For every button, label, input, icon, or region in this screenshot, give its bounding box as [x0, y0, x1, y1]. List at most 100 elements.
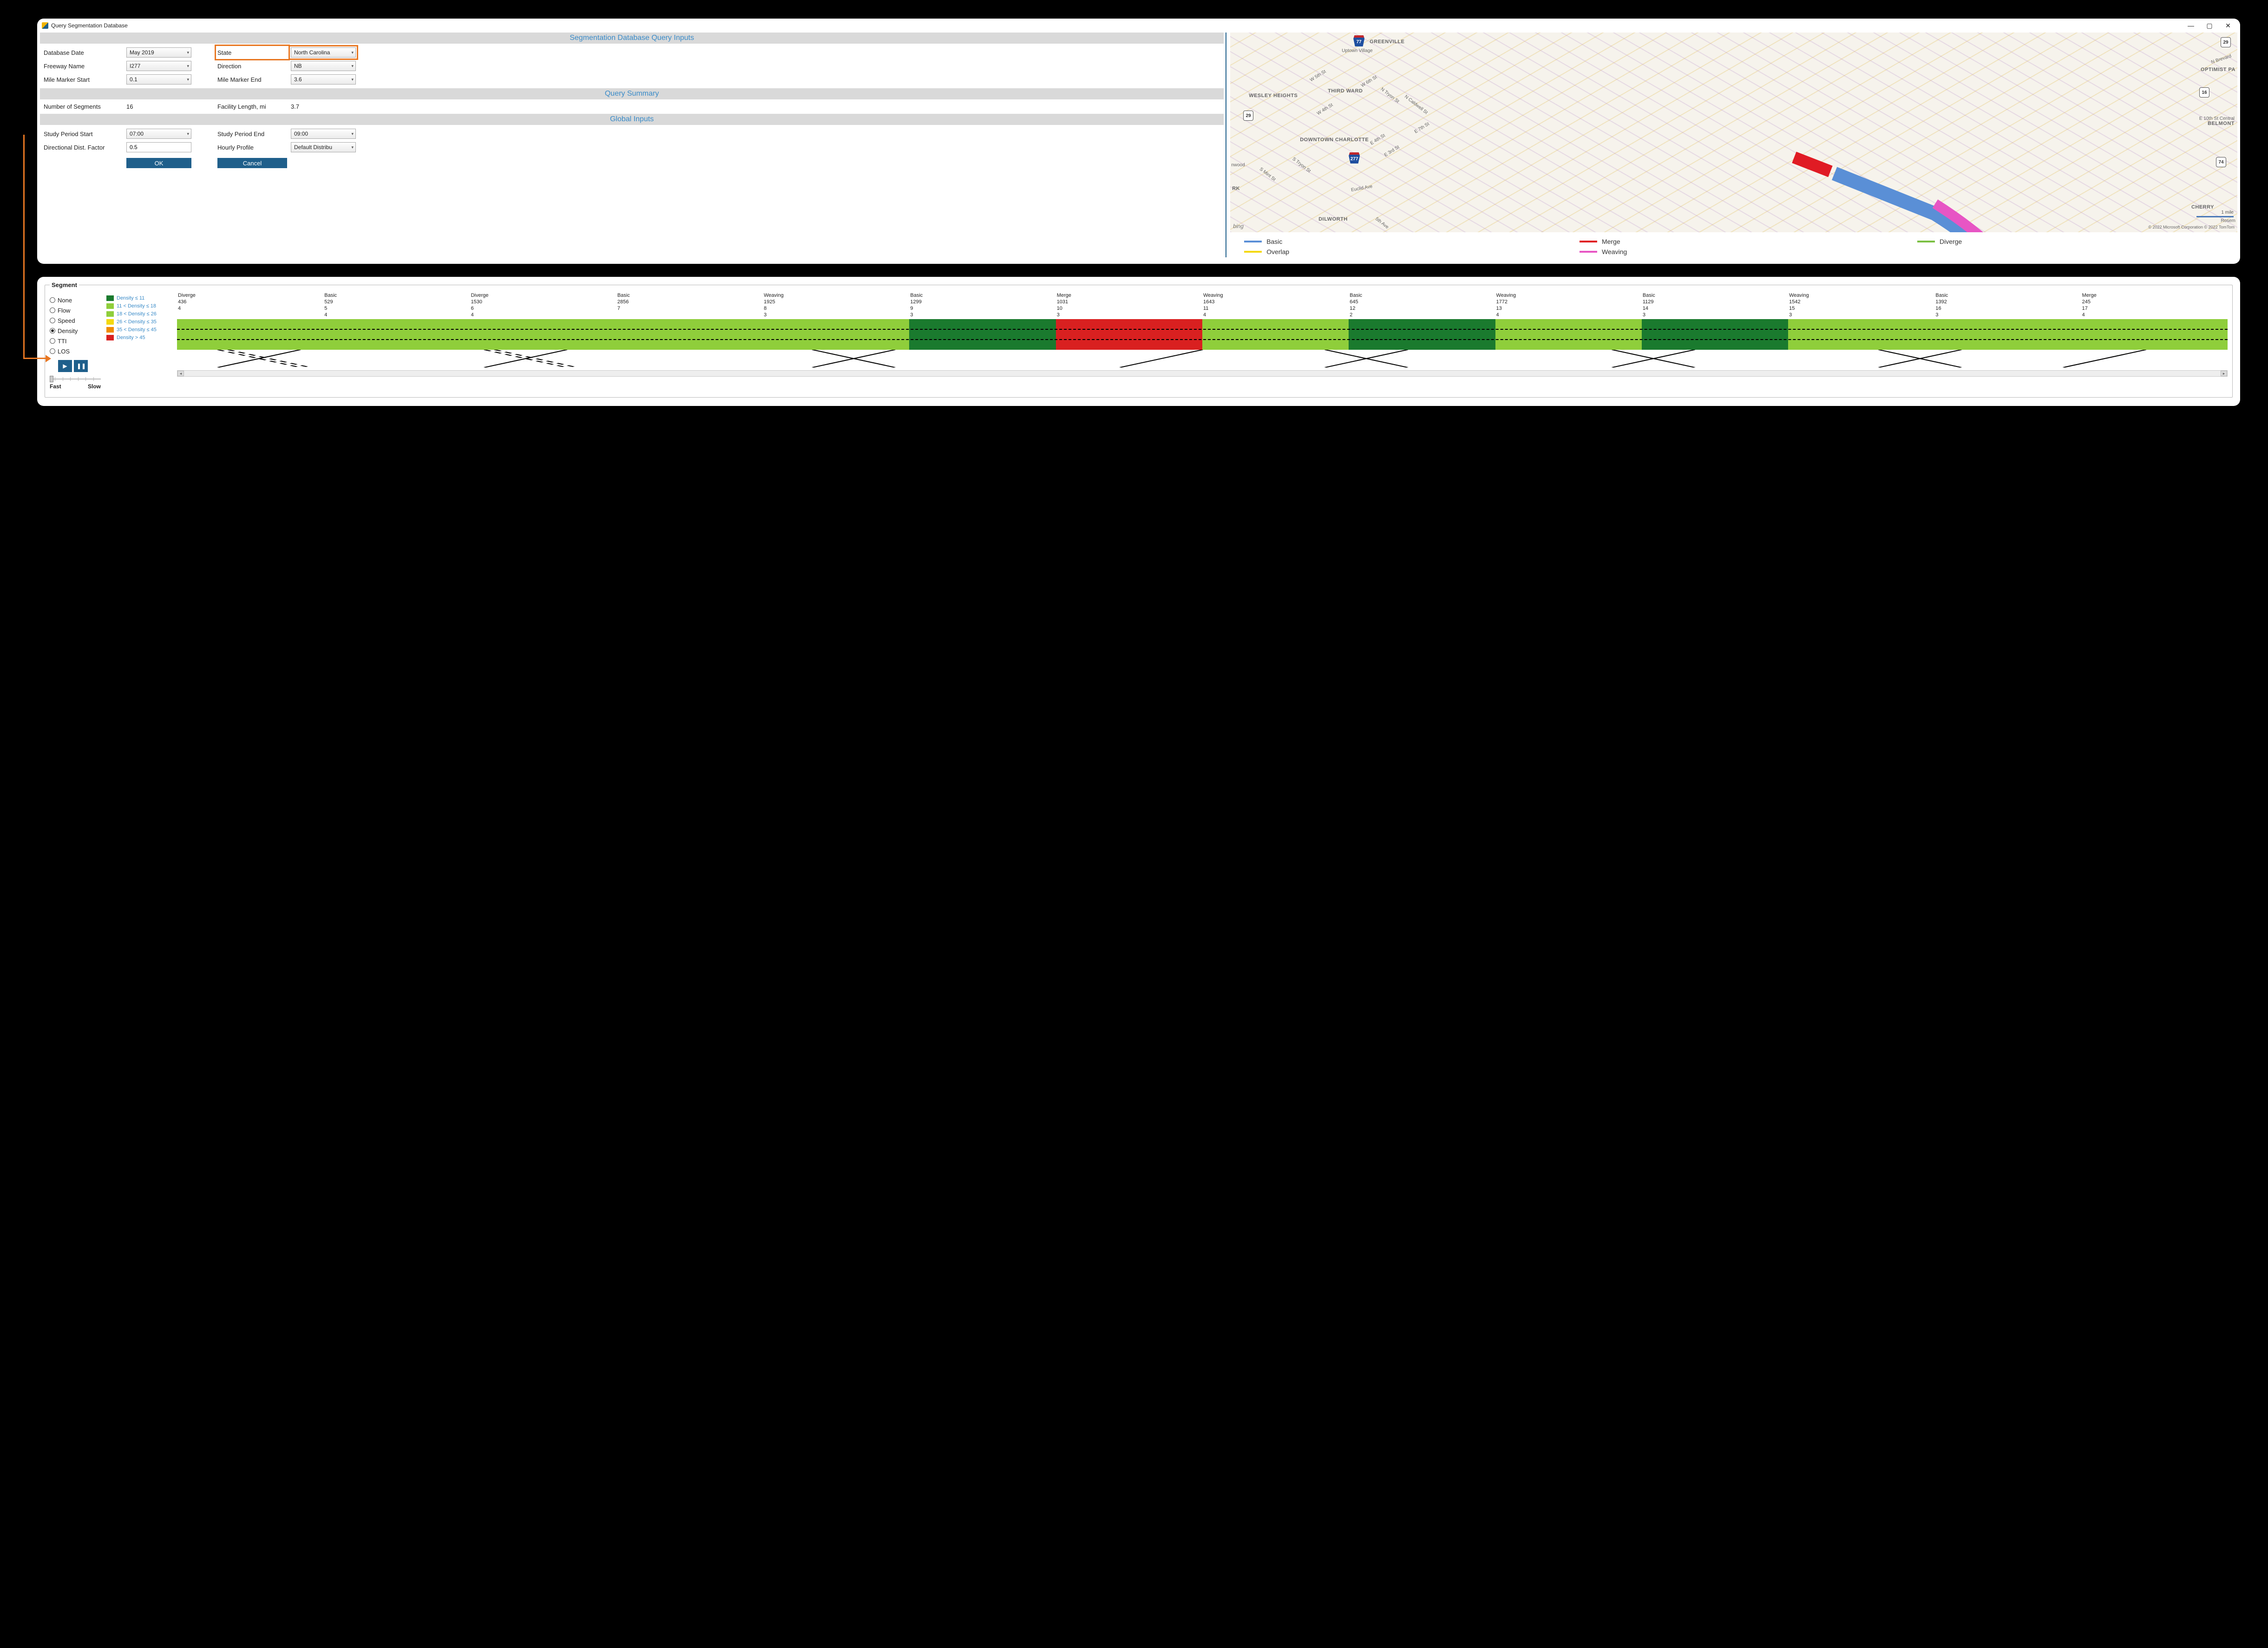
segment-column: Weaving1542153: [1788, 292, 1934, 318]
db-date-label: Database Date: [44, 47, 123, 58]
direction-label: Direction: [217, 61, 287, 71]
cancel-button[interactable]: Cancel: [217, 158, 287, 168]
segment-column: Basic645122: [1349, 292, 1495, 318]
chevron-down-icon: ▾: [351, 77, 354, 82]
map-area-label: Uptown Village: [1342, 48, 1373, 53]
chevron-down-icon: ▾: [351, 145, 354, 150]
chevron-down-icon: ▾: [187, 64, 189, 69]
map-area-label: CHERRY: [2191, 204, 2214, 210]
mm-end-combo[interactable]: 3.6▾: [291, 74, 356, 85]
summary-header: Query Summary: [40, 88, 1224, 99]
map-pane: GREENVILLE Uptown Village OPTIMIST PA TH…: [1226, 33, 2237, 257]
map-area-label: DOWNTOWN CHARLOTTE: [1300, 137, 1369, 143]
route-shield-icon: 29: [1243, 111, 1253, 121]
map-area-label: DILWORTH: [1318, 216, 1348, 222]
segment-column: Weaving1772134: [1495, 292, 1642, 318]
metric-radios: NoneFlowSpeedDensityTTILOS: [50, 292, 101, 356]
map-area-label: THIRD WARD: [1328, 88, 1363, 94]
route-shield-icon: 29: [2221, 37, 2231, 47]
density-legend-row: 26 < Density ≤ 35: [106, 318, 171, 326]
density-legend-row: 35 < Density ≤ 45: [106, 326, 171, 334]
chevron-down-icon: ▾: [351, 131, 354, 137]
ok-button[interactable]: OK: [126, 158, 191, 168]
sps-combo[interactable]: 07:00▾: [126, 129, 191, 139]
mm-end-label: Mile Marker End: [217, 74, 287, 85]
spe-label: Study Period End: [217, 129, 287, 139]
freeway-label: Freeway Name: [44, 61, 123, 71]
ddf-input[interactable]: [126, 142, 191, 152]
radio-flow[interactable]: Flow: [50, 305, 101, 315]
radio-los[interactable]: LOS: [50, 346, 101, 356]
map-area-label: OPTIMIST PA: [2201, 67, 2235, 72]
db-date-combo[interactable]: May 2019▾: [126, 47, 191, 58]
density-legend-row: Density > 45: [106, 334, 171, 341]
ddf-label: Directional Dist. Factor: [44, 142, 123, 152]
radio-none[interactable]: None: [50, 295, 101, 305]
map-area-label: RK: [1232, 186, 1240, 191]
window-title: Query Segmentation Database: [51, 22, 128, 29]
spe-combo[interactable]: 09:00▾: [291, 129, 356, 139]
sps-label: Study Period Start: [44, 129, 123, 139]
global-header: Global Inputs: [40, 114, 1224, 125]
pause-button[interactable]: ❚❚: [74, 360, 88, 372]
segment-column: Basic129993: [909, 292, 1055, 318]
segment-window: Segment NoneFlowSpeedDensityTTILOS ▶ ❚❚: [37, 277, 2240, 406]
segment-column: Weaving1643114: [1202, 292, 1349, 318]
density-legend-row: 11 < Density ≤ 18: [106, 302, 171, 310]
chevron-down-icon: ▾: [351, 64, 354, 69]
segment-column: Basic52954: [323, 292, 470, 318]
mm-start-label: Mile Marker Start: [44, 74, 123, 85]
legend-item: Diverge: [1917, 238, 2235, 245]
legend-item: Overlap: [1244, 248, 1563, 255]
density-legend-row: Density ≤ 11: [106, 294, 171, 302]
state-combo[interactable]: North Carolina▾: [291, 47, 356, 58]
radio-speed[interactable]: Speed: [50, 315, 101, 326]
radio-tti[interactable]: TTI: [50, 336, 101, 346]
fast-label: Fast: [50, 383, 61, 390]
play-button[interactable]: ▶: [58, 360, 72, 372]
chevron-down-icon: ▾: [187, 77, 189, 82]
legend-item: Merge: [1580, 238, 1901, 245]
slow-label: Slow: [88, 383, 101, 390]
segment-panel-title: Segment: [50, 281, 79, 288]
inputs-header: Segmentation Database Query Inputs: [40, 33, 1224, 44]
inputs-pane: Segmentation Database Query Inputs Datab…: [40, 33, 1226, 257]
flen-value: 3.7: [291, 103, 356, 110]
map-area-label: BELMONT: [2208, 121, 2235, 126]
map-legend: Basic Merge Diverge Overlap Weaving: [1230, 232, 2237, 257]
nseg-value: 16: [126, 103, 191, 110]
maximize-button[interactable]: ▢: [2200, 19, 2219, 32]
map[interactable]: GREENVILLE Uptown Village OPTIMIST PA TH…: [1230, 33, 2237, 232]
chevron-down-icon: ▾: [187, 131, 189, 137]
radio-density[interactable]: Density: [50, 326, 101, 336]
query-window: Query Segmentation Database — ▢ ✕ Segmen…: [37, 19, 2240, 264]
titlebar: Query Segmentation Database — ▢ ✕: [37, 19, 2240, 33]
map-attribution: © 2022 Microsoft Corporation © 2022 TomT…: [2148, 225, 2235, 229]
density-legend-row: 18 < Density ≤ 26: [106, 310, 171, 318]
segment-column: Merge245174: [2081, 292, 2228, 318]
hp-combo[interactable]: Default Distribu▾: [291, 142, 356, 152]
route-shield-icon: 74: [2216, 157, 2226, 167]
segment-column: Diverge153064: [470, 292, 616, 318]
map-area-label: GREENVILLE: [1370, 39, 1404, 45]
speed-slider[interactable]: [50, 376, 101, 382]
flen-label: Facility Length, mi: [217, 103, 287, 110]
map-area-label: WESLEY HEIGHTS: [1249, 93, 1298, 98]
bing-logo: bing: [1233, 223, 1244, 229]
legend-item: Weaving: [1580, 248, 1901, 255]
map-area-label: Rosem: [2221, 218, 2235, 223]
legend-item: Basic: [1244, 238, 1563, 245]
minimize-button[interactable]: —: [2182, 19, 2200, 32]
density-legend: Density ≤ 1111 < Density ≤ 1818 < Densit…: [106, 292, 171, 390]
state-label: State: [217, 47, 287, 58]
direction-combo[interactable]: NB▾: [291, 61, 356, 71]
segment-column: Basic28567: [616, 292, 763, 318]
route-shield-icon: 16: [2199, 87, 2209, 98]
chevron-down-icon: ▾: [351, 50, 354, 55]
segment-scrollbar[interactable]: ◂▸: [177, 370, 2228, 377]
segment-column: Diverge4364: [177, 292, 323, 318]
interstate-shield-icon: 77: [1353, 35, 1364, 46]
close-button[interactable]: ✕: [2219, 19, 2237, 32]
mm-start-combo[interactable]: 0.1▾: [126, 74, 191, 85]
freeway-combo[interactable]: I277▾: [126, 61, 191, 71]
